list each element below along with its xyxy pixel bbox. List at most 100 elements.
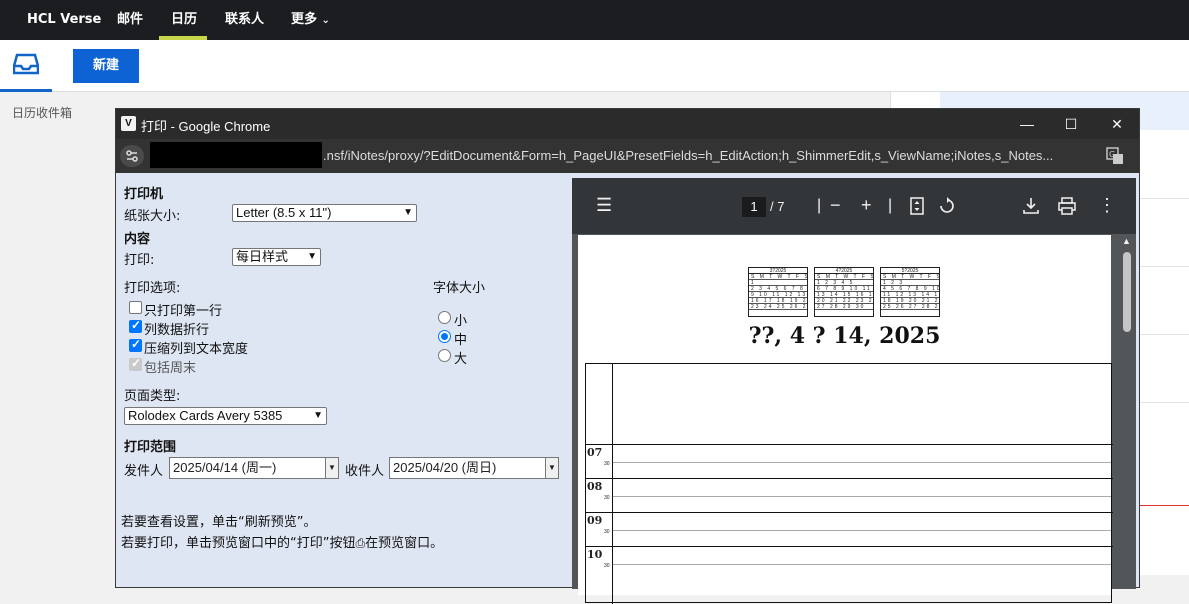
- option-first-line-label[interactable]: 只打印第一行: [144, 300, 222, 319]
- close-button[interactable]: ✕: [1094, 109, 1140, 139]
- rotate-icon[interactable]: [938, 197, 956, 215]
- from-date-field[interactable]: 2025/04/14 (周一) ▼: [169, 457, 339, 479]
- hint-print-tail: 在预览窗口。: [365, 536, 444, 551]
- page-type-select[interactable]: Rolodex Cards Avery 5385 ▼: [124, 407, 327, 425]
- day-schedule-grid: 07 30 08 30 09 30 10 30: [585, 363, 1113, 604]
- from-date-dropdown-button[interactable]: ▼: [325, 457, 339, 479]
- half-hour-line: [613, 530, 1111, 531]
- option-first-line-checkbox[interactable]: [129, 301, 142, 314]
- to-label: 收件人: [345, 464, 385, 479]
- minimize-button[interactable]: —: [1004, 109, 1050, 139]
- fit-page-icon[interactable]: [910, 197, 924, 215]
- half-hour-label: 30: [604, 529, 610, 535]
- font-size-medium-label[interactable]: 中: [454, 329, 467, 348]
- pdf-page: 3?2025 S M T W T F S 1 2 3 4 5 6 7 8 9 1…: [578, 235, 1113, 604]
- menu-icon[interactable]: ☰: [596, 195, 612, 216]
- option-wrap-columns-checkbox[interactable]: [129, 318, 142, 333]
- divider: [1140, 334, 1189, 335]
- maximize-button[interactable]: ☐: [1048, 109, 1094, 139]
- current-time-line: [1140, 505, 1189, 506]
- site-settings-icon[interactable]: [120, 145, 144, 167]
- font-size-medium-radio[interactable]: [438, 330, 451, 343]
- option-wrap-columns-label[interactable]: 列数据折行: [144, 319, 209, 338]
- to-date-value: 2025/04/20 (周日): [393, 460, 497, 475]
- zoom-in-icon[interactable]: +: [861, 195, 872, 216]
- font-size-large-label[interactable]: 大: [454, 348, 467, 367]
- option-weekends-checkbox: [129, 356, 142, 371]
- nav-mail[interactable]: 邮件: [117, 0, 143, 40]
- hint-print: 若要打印，单击预览窗口中的“打印”按钮⎙在预览窗口。: [121, 532, 443, 551]
- half-hour-label: 30: [604, 461, 610, 467]
- translate-icon[interactable]: G: [1106, 147, 1124, 165]
- half-hour-line: [613, 496, 1111, 497]
- brand-logo[interactable]: HCL Verse: [27, 0, 101, 40]
- mini-calendar-march: 3?2025 S M T W T F S 1 2 3 4 5 6 7 8 9 1…: [748, 267, 808, 317]
- hour-label: 08: [587, 480, 603, 493]
- content-heading: 内容: [124, 232, 151, 247]
- url-text[interactable]: .nsf/iNotes/proxy/?EditDocument&Form=h_P…: [323, 148, 1096, 163]
- half-hour-line: [613, 564, 1111, 565]
- download-icon[interactable]: [1023, 197, 1039, 215]
- inbox-tray-icon: [13, 53, 39, 75]
- top-nav-bar: HCL Verse 邮件 日历 联系人 更多 ⌄: [0, 0, 1189, 40]
- mini-calendar-row: 23 24 25 26 27 28 29: [749, 304, 807, 310]
- address-bar: .nsf/iNotes/proxy/?EditDocument&Form=h_P…: [116, 139, 1139, 173]
- divider: |: [888, 197, 893, 214]
- day-heading: ??, 4 ? 14, 2025: [748, 323, 941, 349]
- hour-row: 09 30: [586, 512, 1113, 546]
- page-number-input[interactable]: 1: [742, 197, 766, 217]
- print-style-select[interactable]: 每日样式 ▼: [232, 248, 321, 266]
- option-compress-columns-checkbox[interactable]: [129, 337, 142, 352]
- nav-more-label: 更多: [291, 12, 318, 27]
- dialog-title: 打印 - Google Chrome: [141, 119, 271, 134]
- app-icon: V: [121, 116, 136, 131]
- option-weekends-label: 包括周末: [144, 361, 197, 376]
- font-size-large-radio[interactable]: [438, 349, 451, 362]
- to-date-dropdown-button[interactable]: ▼: [545, 457, 559, 479]
- to-date-field[interactable]: 2025/04/20 (周日) ▼: [389, 457, 559, 479]
- chevron-down-icon: ▼: [307, 251, 317, 262]
- print-icon[interactable]: [1058, 197, 1076, 215]
- scroll-up-icon[interactable]: ▲: [1122, 236, 1131, 246]
- dialog-title-bar: V 打印 - Google Chrome — ☐ ✕: [116, 109, 1139, 139]
- pdf-preview: ☰ 1 / 7 | − + | ⋮ 3?2025 S M T W T F S 1…: [572, 178, 1136, 604]
- chevron-down-icon: ⌄: [321, 15, 330, 26]
- hour-label: 09: [587, 514, 603, 527]
- new-button[interactable]: 新建: [73, 49, 139, 83]
- chevron-down-icon: ▼: [313, 410, 323, 421]
- preview-scrollbar-thumb[interactable]: [1123, 252, 1131, 332]
- pdf-toolbar: ☰ 1 / 7 | − + | ⋮: [572, 178, 1136, 234]
- nav-contacts[interactable]: 联系人: [225, 0, 264, 40]
- divider: |: [817, 197, 822, 214]
- half-hour-label: 30: [604, 563, 610, 569]
- calendar-inbox-label[interactable]: 日历收件箱: [12, 104, 72, 121]
- hint-print-text: 若要打印，单击预览窗口中的“打印”按钮: [121, 536, 356, 551]
- zoom-out-icon[interactable]: −: [830, 195, 841, 216]
- divider: [1140, 198, 1189, 199]
- half-hour-label: 30: [604, 495, 610, 501]
- print-dialog-window: V 打印 - Google Chrome — ☐ ✕ .nsf/iNotes/p…: [115, 108, 1140, 604]
- option-compress-columns-label[interactable]: 压缩列到文本宽度: [144, 338, 248, 357]
- divider: [1140, 402, 1189, 403]
- print-range-heading: 打印范围: [124, 440, 177, 455]
- paper-size-select[interactable]: Letter (8.5 x 11") ▼: [232, 204, 417, 222]
- hint-refresh-preview: 若要查看设置，单击“刷新预览”。: [121, 515, 317, 530]
- font-size-small-radio[interactable]: [438, 311, 451, 324]
- inbox-tray-button[interactable]: [0, 40, 52, 92]
- font-size-small-label[interactable]: 小: [454, 310, 467, 329]
- printer-icon: ⎙: [355, 536, 366, 550]
- hour-row: 08 30: [586, 478, 1113, 512]
- nav-calendar[interactable]: 日历: [171, 0, 197, 40]
- nav-more[interactable]: 更多 ⌄: [291, 0, 330, 40]
- print-style-value: 每日样式: [236, 249, 289, 264]
- toolbar: 新建: [0, 40, 1189, 92]
- page-type-label: 页面类型:: [124, 389, 181, 404]
- paper-size-value: Letter (8.5 x 11"): [236, 205, 332, 220]
- from-label: 发件人: [124, 464, 164, 479]
- mini-calendar-row: 27 28 29 30: [815, 304, 873, 310]
- mini-calendar-april: 4?2025 S M T W T F S 1 2 3 4 5 6 7 8 9 1…: [814, 267, 874, 317]
- svg-text:G: G: [1109, 150, 1115, 159]
- hour-label: 10: [587, 548, 603, 561]
- more-options-icon[interactable]: ⋮: [1098, 195, 1116, 216]
- divider: [1140, 266, 1189, 267]
